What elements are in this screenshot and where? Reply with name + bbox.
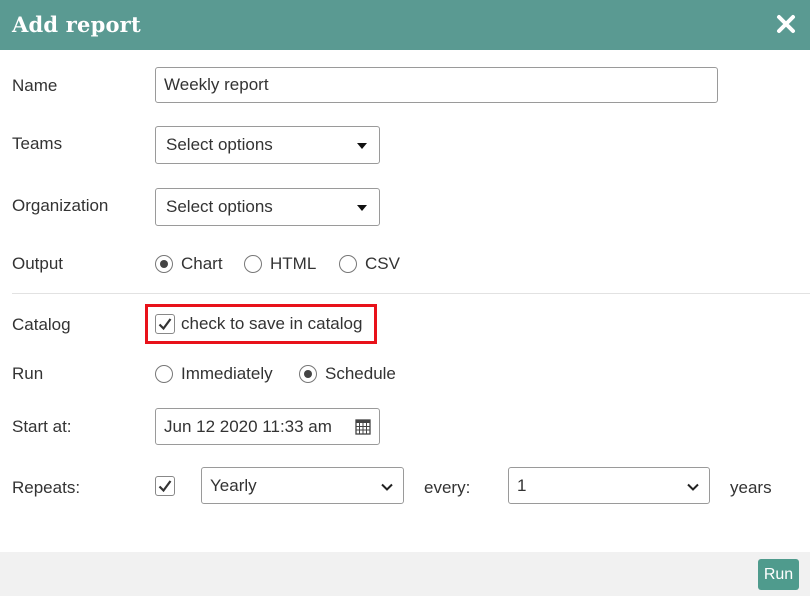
repeats-checkbox[interactable] xyxy=(155,476,175,496)
repeats-frequency-select[interactable]: Yearly xyxy=(201,467,404,504)
radio-icon xyxy=(155,365,173,383)
repeats-interval-value: 1 xyxy=(517,475,527,495)
organization-select[interactable]: Select options xyxy=(155,188,380,226)
close-icon[interactable] xyxy=(775,13,797,35)
output-csv-radio[interactable]: CSV xyxy=(339,254,400,274)
catalog-label: Catalog xyxy=(12,315,71,334)
teams-select[interactable]: Select options xyxy=(155,126,380,164)
start-at-label: Start at: xyxy=(12,417,72,436)
start-at-value: Jun 12 2020 11:33 am xyxy=(164,416,332,436)
radio-selected-icon xyxy=(155,255,173,273)
every-label: every: xyxy=(424,478,471,497)
run-schedule-label: Schedule xyxy=(325,364,396,383)
radio-icon xyxy=(339,255,357,273)
organization-label: Organization xyxy=(12,196,109,215)
run-label: Run xyxy=(12,364,44,383)
name-input-value: Weekly report xyxy=(164,75,269,94)
teams-select-value: Select options xyxy=(166,135,273,154)
output-csv-label: CSV xyxy=(365,254,400,273)
name-label: Name xyxy=(12,76,58,95)
radio-selected-icon xyxy=(299,365,317,383)
caret-down-icon xyxy=(357,143,367,149)
start-at-input[interactable]: Jun 12 2020 11:33 am xyxy=(155,408,380,445)
checkbox-checked-icon xyxy=(155,314,175,334)
dialog-footer xyxy=(0,552,810,596)
calendar-icon[interactable] xyxy=(355,418,371,440)
dialog-header: Add report xyxy=(0,0,810,50)
output-chart-label: Chart xyxy=(181,254,223,273)
name-input[interactable]: Weekly report xyxy=(155,67,718,103)
checkmark-icon xyxy=(158,480,172,493)
repeats-frequency-value: Yearly xyxy=(210,475,257,495)
years-label: years xyxy=(730,478,772,497)
section-divider xyxy=(12,293,810,294)
output-html-label: HTML xyxy=(270,254,317,273)
catalog-checkbox-label: check to save in catalog xyxy=(181,314,363,333)
output-html-radio[interactable]: HTML xyxy=(244,254,316,274)
chevron-down-icon xyxy=(381,476,393,496)
output-label: Output xyxy=(12,254,64,273)
chevron-down-icon xyxy=(687,476,699,496)
organization-select-value: Select options xyxy=(166,197,273,216)
run-immediately-label: Immediately xyxy=(181,364,273,383)
caret-down-icon xyxy=(357,205,367,211)
run-schedule-radio[interactable]: Schedule xyxy=(299,364,396,384)
catalog-checkbox[interactable]: check to save in catalog xyxy=(155,314,362,334)
run-immediately-radio[interactable]: Immediately xyxy=(155,364,273,384)
radio-icon xyxy=(244,255,262,273)
repeats-label: Repeats: xyxy=(12,478,81,497)
teams-label: Teams xyxy=(12,134,63,153)
repeats-interval-select[interactable]: 1 xyxy=(508,467,710,504)
dialog-title: Add report xyxy=(12,12,141,37)
run-button[interactable]: Run xyxy=(758,559,799,590)
output-chart-radio[interactable]: Chart xyxy=(155,254,223,274)
